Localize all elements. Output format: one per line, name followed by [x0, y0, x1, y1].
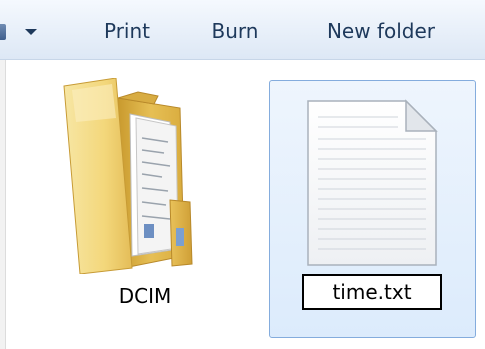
explorer-window: Print Burn New folder DCIM time.txt — [0, 0, 485, 349]
organize-dropdown[interactable] — [0, 14, 52, 50]
toolbar-edge — [0, 24, 6, 40]
file-item-dcim[interactable]: DCIM — [50, 74, 240, 326]
navigation-pane-edge — [0, 60, 6, 349]
folder-icon — [63, 78, 193, 274]
command-bar: Print Burn New folder — [0, 0, 485, 60]
chevron-down-icon[interactable] — [25, 29, 37, 35]
file-item-time-txt[interactable] — [269, 80, 476, 338]
file-name-label: DCIM — [118, 284, 172, 308]
print-button[interactable]: Print — [92, 14, 162, 48]
new-folder-button[interactable]: New folder — [310, 14, 452, 48]
text-document-icon — [307, 99, 438, 266]
burn-button[interactable]: Burn — [200, 14, 270, 48]
rename-input[interactable] — [302, 274, 442, 310]
